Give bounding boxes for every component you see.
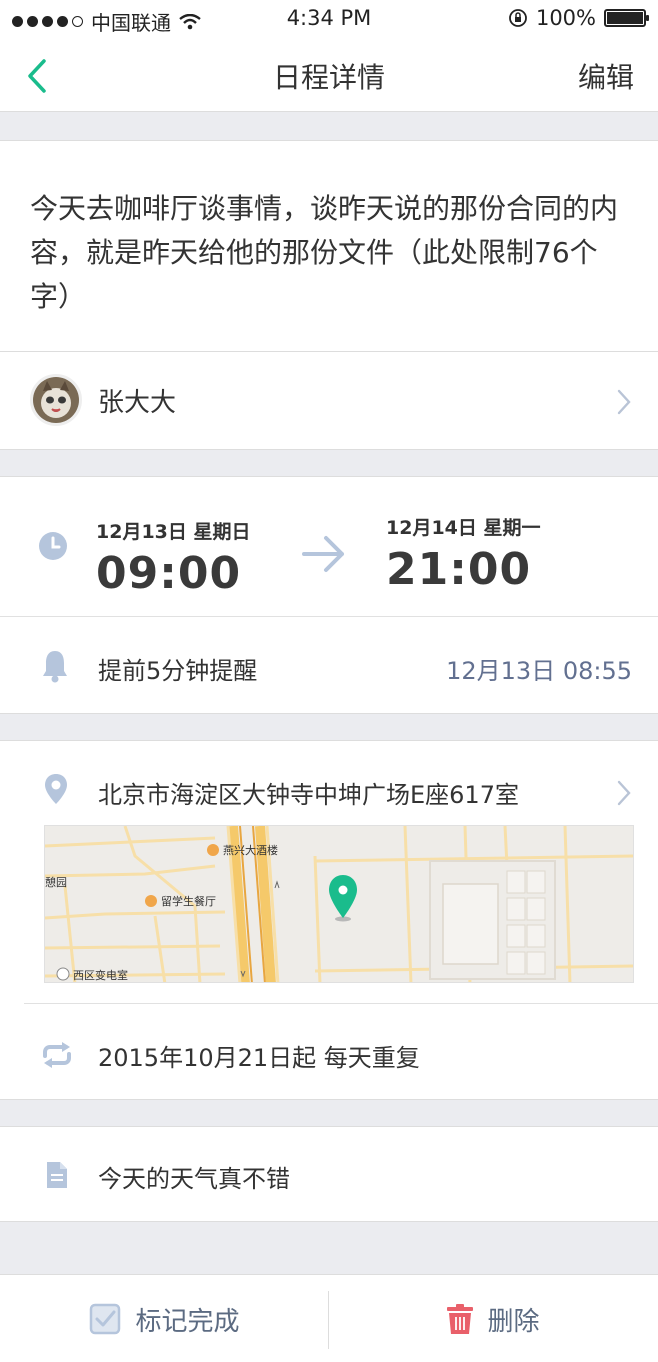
note-card: 今天的天气真不错 bbox=[0, 1126, 658, 1222]
status-right: 100% bbox=[508, 6, 649, 30]
repeat-label: 2015年10月21日起 每天重复 bbox=[98, 1044, 420, 1072]
map-roads bbox=[45, 826, 633, 982]
avatar bbox=[30, 374, 82, 426]
owner-row[interactable]: 张大大 bbox=[0, 352, 658, 450]
mark-complete-label: 标记完成 bbox=[135, 1306, 240, 1337]
location-card: 北京市海淀区大钟寺中坤广场E座617室 燕兴大酒楼 留学生餐厅 憩园 西区变电室… bbox=[0, 740, 658, 1100]
mark-complete-button[interactable]: 标记完成 bbox=[0, 1275, 329, 1362]
delete-button[interactable]: 删除 bbox=[329, 1275, 658, 1362]
chevron-right-icon bbox=[617, 780, 631, 806]
time-card: 12月13日 星期日 09:00 12月14日 星期一 21:00 提前5分钟提… bbox=[0, 476, 658, 714]
trash-icon bbox=[447, 1304, 474, 1334]
bottom-action-bar: 标记完成 删除 bbox=[0, 1274, 658, 1362]
delete-label: 删除 bbox=[487, 1306, 540, 1337]
battery-icon bbox=[604, 9, 649, 27]
bell-icon bbox=[43, 651, 67, 683]
location-address: 北京市海淀区大钟寺中坤广场E座617室 bbox=[98, 781, 519, 809]
repeat-row[interactable]: 2015年10月21日起 每天重复 bbox=[24, 1003, 658, 1101]
checkbox-icon bbox=[90, 1303, 121, 1335]
end-time: 21:00 bbox=[386, 544, 532, 595]
time-range: 12月13日 星期日 09:00 12月14日 星期一 21:00 bbox=[0, 477, 658, 617]
start-date: 12月13日 星期日 bbox=[96, 521, 251, 543]
location-row[interactable]: 北京市海淀区大钟寺中坤广场E座617室 bbox=[0, 741, 658, 825]
end-date: 12月14日 星期一 bbox=[386, 517, 541, 539]
event-description: 今天去咖啡厅谈事情，谈昨天说的那份合同的内容，就是昨天给他的那份文件（此处限制7… bbox=[0, 140, 658, 352]
page-title: 日程详情 bbox=[272, 61, 385, 94]
nav-bar: 日程详情 编辑 bbox=[0, 38, 658, 112]
location-pin-icon bbox=[45, 774, 67, 804]
repeat-icon bbox=[43, 1042, 71, 1068]
reminder-row[interactable]: 提前5分钟提醒 12月13日 08:55 bbox=[0, 617, 658, 714]
owner-name: 张大大 bbox=[98, 388, 177, 418]
edit-button[interactable]: 编辑 bbox=[578, 56, 634, 96]
end-block: 12月14日 星期一 21:00 bbox=[386, 513, 541, 595]
battery-label: 100% bbox=[535, 6, 596, 30]
start-block: 12月13日 星期日 09:00 bbox=[96, 517, 251, 599]
status-bar: 中国联通 4:34 PM 100% bbox=[0, 0, 658, 38]
map-label-hotel: 燕兴大酒楼 bbox=[223, 844, 278, 857]
rotation-lock-icon bbox=[509, 9, 527, 27]
map-label-substation: 西区变电室 bbox=[73, 969, 128, 982]
arrow-right-icon bbox=[302, 536, 344, 572]
reminder-label: 提前5分钟提醒 bbox=[98, 657, 258, 685]
map-label-garden: 憩园 bbox=[45, 876, 67, 889]
document-icon bbox=[47, 1162, 67, 1188]
clock-icon bbox=[39, 532, 67, 560]
chevron-right-icon bbox=[617, 389, 631, 415]
map-label-restaurant: 留学生餐厅 bbox=[161, 895, 216, 908]
start-time: 09:00 bbox=[96, 548, 242, 599]
reminder-time: 12月13日 08:55 bbox=[446, 657, 632, 685]
location-map[interactable]: 燕兴大酒楼 留学生餐厅 憩园 西区变电室 bbox=[44, 825, 634, 983]
note-text: 今天的天气真不错 bbox=[98, 1165, 290, 1193]
